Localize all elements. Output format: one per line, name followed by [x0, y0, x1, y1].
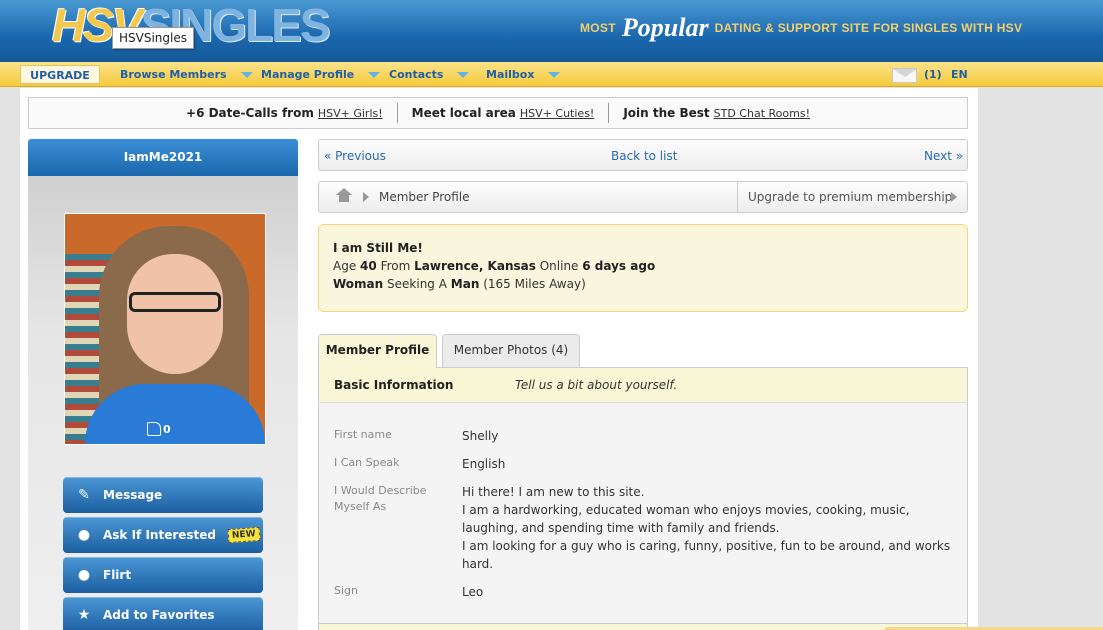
lock-icon: ● [77, 527, 91, 543]
info-key: First name [334, 428, 392, 441]
profile-age-location: Age 40 From Lawrence, Kansas Online 6 da… [333, 259, 656, 273]
home-icon[interactable] [336, 188, 352, 203]
chevron-down-icon [548, 71, 561, 78]
previous-link[interactable]: « Previous [324, 149, 386, 163]
info-value: Leo [462, 585, 484, 599]
info-value: English [462, 457, 506, 471]
promo-text: +6 Date-Calls from [186, 106, 314, 120]
chevron-down-icon [240, 71, 253, 78]
basic-info-title: Basic Information [334, 378, 454, 392]
edit-icon: ✎ [78, 487, 90, 503]
back-to-list-link[interactable]: Back to list [611, 149, 677, 163]
ask-if-interested-button[interactable]: ● Ask If Interested NEW [63, 517, 263, 553]
tab-member-profile[interactable]: Member Profile [318, 334, 437, 368]
info-key: I Would Describe Myself As [334, 484, 427, 513]
divider [737, 182, 738, 212]
promo-link[interactable]: HSV+ Cuties! [520, 107, 594, 120]
message-button-label: Message [103, 488, 163, 502]
thumbs-up-icon [147, 422, 161, 436]
mail-icon[interactable] [892, 68, 917, 83]
basic-info-body: First name Shelly I Can Speak English I … [318, 403, 968, 630]
main-content: +6 Date-Calls from HSV+ Girls! Meet local… [20, 88, 978, 630]
nav-mailbox[interactable]: Mailbox [486, 68, 561, 81]
flirt-button[interactable]: ● Flirt [63, 557, 263, 593]
photo-shirt [85, 384, 265, 444]
add-to-favorites-label: Add to Favorites [103, 608, 215, 622]
tagline-popular: Popular [621, 13, 709, 42]
promo-chat-rooms[interactable]: Join the Best STD Chat Rooms! [609, 106, 824, 120]
promo-text: Meet local area [411, 106, 516, 120]
describe-line: Hi there! I am new to this site. [462, 485, 645, 499]
nav-browse-members[interactable]: Browse Members [120, 68, 253, 81]
next-section-header [318, 623, 968, 630]
nav-manage-profile-label: Manage Profile [261, 68, 355, 81]
promo-bar: +6 Date-Calls from HSV+ Girls! Meet local… [28, 97, 968, 129]
chevron-down-icon [457, 71, 470, 78]
basic-info-subtitle: Tell us a bit about yourself. [515, 378, 678, 392]
chevron-right-icon [363, 192, 369, 202]
message-button[interactable]: ✎ Message [63, 477, 263, 513]
page-gutter [978, 88, 1103, 630]
profile-username: IamMe2021 [28, 139, 298, 176]
info-value: Hi there! I am new to this site. I am a … [462, 483, 952, 573]
profile-headline: I am Still Me! [333, 241, 423, 255]
tagline: MOST Popular DATING & SUPPORT SITE FOR S… [580, 13, 1022, 43]
tab-member-photos[interactable]: Member Photos (4) [442, 334, 580, 367]
site-header: HSVSINGLES HSVSingles MOST Popular DATIN… [0, 0, 1103, 62]
language-selector[interactable]: EN [951, 68, 968, 81]
describe-line: I am a hardworking, educated woman who e… [462, 503, 910, 535]
breadcrumb-current: Member Profile [379, 190, 470, 204]
profile-photo[interactable]: 0 [64, 213, 266, 445]
tagline-most: MOST [580, 21, 616, 35]
info-value: Shelly [462, 429, 499, 443]
main-nav: UPGRADE Browse Members Manage Profile Co… [0, 62, 1103, 87]
tagline-rest: DATING & SUPPORT SITE FOR SINGLES WITH H… [714, 21, 1023, 35]
promo-link[interactable]: HSV+ Girls! [318, 107, 383, 120]
star-icon: ★ [77, 607, 91, 623]
profile-seeking: Woman Seeking A Man (165 Miles Away) [333, 277, 586, 291]
flirt-button-label: Flirt [103, 568, 132, 582]
like-count: 0 [163, 422, 171, 436]
upgrade-premium-link[interactable]: Upgrade to premium membership [748, 190, 952, 204]
breadcrumb: Member Profile Upgrade to premium member… [318, 181, 968, 213]
nav-contacts[interactable]: Contacts [389, 68, 470, 81]
ask-if-interested-label: Ask If Interested [103, 528, 216, 542]
next-link[interactable]: Next » [924, 149, 963, 163]
chevron-right-icon [951, 192, 957, 202]
info-key: I Can Speak [334, 456, 400, 469]
logo-tooltip: HSVSingles [112, 27, 194, 49]
add-to-favorites-button[interactable]: ★ Add to Favorites [63, 597, 263, 630]
nav-browse-members-label: Browse Members [120, 68, 227, 81]
nav-mailbox-label: Mailbox [486, 68, 535, 81]
info-key: Sign [334, 584, 358, 597]
promo-link[interactable]: STD Chat Rooms! [714, 107, 810, 120]
profile-sidebar: 0 ✎ Message ● Ask If Interested NEW ● Fl… [28, 176, 298, 630]
mail-count[interactable]: (1) [924, 68, 942, 81]
new-badge: NEW [227, 526, 261, 544]
profile-summary: I am Still Me! Age 40 From Lawrence, Kan… [318, 224, 968, 312]
like-counter[interactable]: 0 [147, 422, 171, 436]
chevron-down-icon [368, 71, 381, 78]
describe-line: I am looking for a guy who is caring, fu… [462, 539, 951, 571]
promo-date-calls[interactable]: +6 Date-Calls from HSV+ Girls! [172, 106, 397, 120]
photo-face [127, 254, 223, 374]
profile-pager: « Previous Back to list Next » [318, 139, 968, 171]
promo-local-area[interactable]: Meet local area HSV+ Cuties! [398, 106, 609, 120]
promo-text: Join the Best [623, 106, 710, 120]
basic-info-header: Basic Information Tell us a bit about yo… [318, 367, 968, 403]
nav-manage-profile[interactable]: Manage Profile [261, 68, 381, 81]
speech-bubble-icon: ● [77, 567, 91, 583]
upgrade-button[interactable]: UPGRADE [20, 65, 100, 84]
photo-glasses [129, 292, 221, 312]
nav-contacts-label: Contacts [389, 68, 444, 81]
